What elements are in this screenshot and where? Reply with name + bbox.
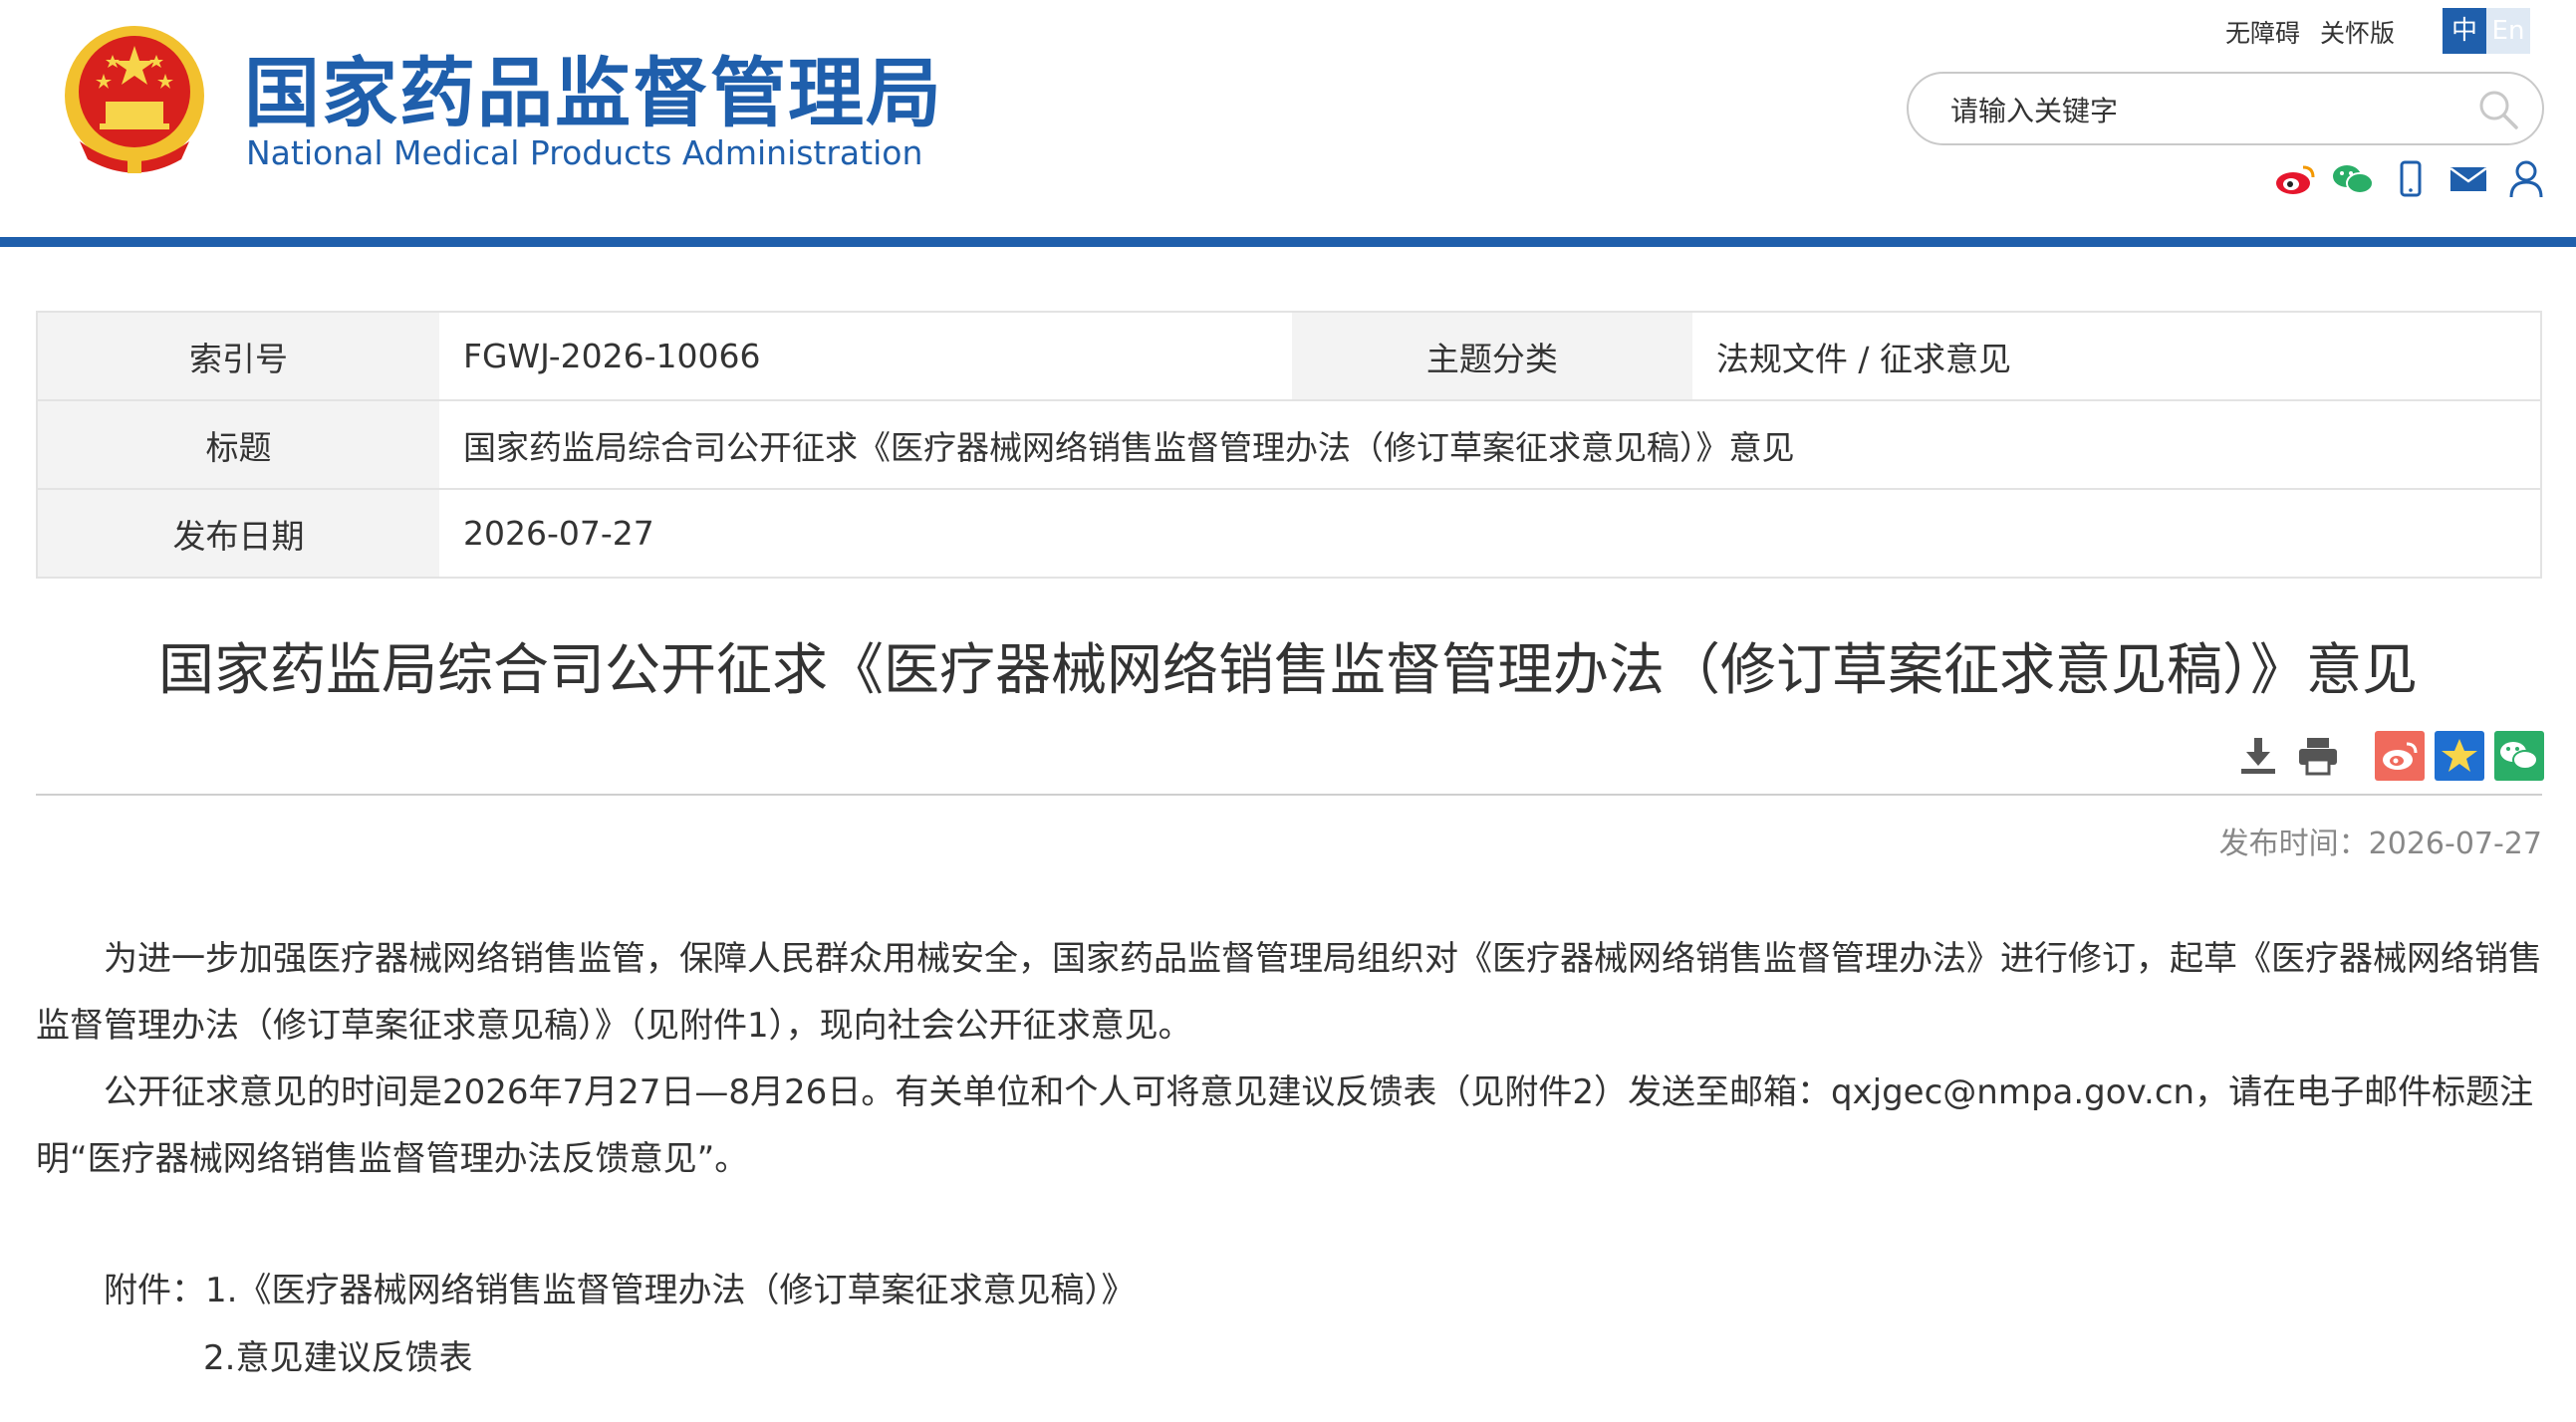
article-title: 国家药监局综合司公开征求《医疗器械网络销售监督管理办法（修订草案征求意见稿）》意… [158,638,2418,703]
search-box [1907,72,2544,145]
paragraph-1: 为进一步加强医疗器械网络销售监管，保障人民群众用械安全，国家药品监督管理局组织对… [36,939,2542,1046]
table-row: 索引号 FGWJ-2026-10066 主题分类 法规文件 / 征求意见 [37,312,2541,401]
lang-zh-button[interactable]: 中 [2443,8,2486,54]
mail-icon[interactable] [2445,159,2492,199]
favorite-icon[interactable] [2435,731,2484,781]
publish-time: 发布时间：2026-07-27 [2218,827,2542,861]
date-label: 发布日期 [37,489,439,578]
search-input[interactable] [1948,88,2450,133]
download-icon[interactable] [2233,731,2283,781]
wechat-icon[interactable] [2329,159,2377,199]
title-divider [36,794,2542,796]
attachment-label: 附件： [104,1271,205,1310]
attachment-link-2[interactable]: 2.意见建议反馈表 [203,1338,472,1378]
date-value: 2026-07-27 [463,514,654,553]
table-row: 发布日期 2026-07-27 [37,489,2541,578]
index-value: FGWJ-2026-10066 [439,312,1292,401]
article-body: 为进一步加强医疗器械网络销售监管，保障人民群众用械安全，国家药品监督管理局组织对… [36,926,2542,1193]
topic-value: 法规文件 / 征求意见 [1691,312,2541,401]
lang-en-button[interactable]: En [2486,8,2530,54]
topic-label: 主题分类 [1291,312,1692,401]
accessibility-link[interactable]: 无障碍 [2225,19,2300,48]
top-links: 无障碍 关怀版 [2225,14,2415,50]
language-switch: 中 En [2443,8,2530,54]
header-divider [0,237,2576,247]
mobile-icon[interactable] [2387,159,2435,199]
site-title-en[interactable]: National Medical Products Administration [246,133,922,172]
attachment-1: 附件：1.《医疗器械网络销售监督管理办法（修订草案征求意见稿）》 [104,1263,1135,1311]
site-header: 国家药品监督管理局 National Medical Products Admi… [0,0,2576,239]
national-emblem-icon[interactable] [60,22,209,176]
user-icon[interactable] [2502,159,2550,199]
paragraph-2: 公开征求意见的时间是2026年7月27日—8月26日。有关单位和个人可将意见建议… [36,1072,2534,1179]
care-mode-link[interactable]: 关怀版 [2320,19,2395,48]
attachment-link-1[interactable]: 1.《医疗器械网络销售监督管理办法（修订草案征求意见稿）》 [205,1271,1135,1310]
weibo-icon[interactable] [2271,159,2319,199]
search-icon[interactable] [2476,88,2520,131]
site-title-cn[interactable]: 国家药品监督管理局 [244,32,943,141]
title-label: 标题 [37,400,439,490]
share-wechat-icon[interactable] [2494,731,2544,781]
attachment-2: 2.意见建议反馈表 [203,1330,472,1379]
index-label: 索引号 [37,312,439,401]
title-value: 国家药监局综合司公开征求《医疗器械网络销售监督管理办法（修订草案征求意见稿）》意… [439,400,2541,490]
print-icon[interactable] [2293,731,2343,781]
document-info-table: 索引号 FGWJ-2026-10066 主题分类 法规文件 / 征求意见 标题 … [36,311,2542,579]
social-links [2271,159,2550,199]
table-row: 标题 国家药监局综合司公开征求《医疗器械网络销售监督管理办法（修订草案征求意见稿… [37,400,2541,490]
share-weibo-icon[interactable] [2375,731,2425,781]
